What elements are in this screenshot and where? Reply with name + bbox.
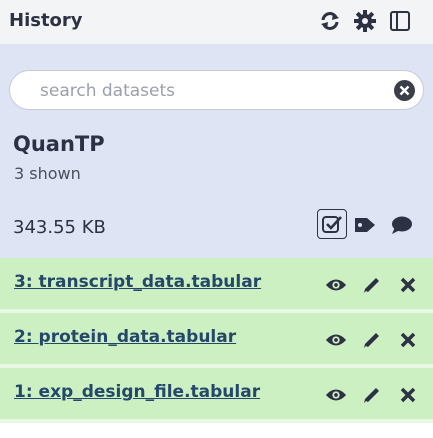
refresh-icon[interactable] — [319, 8, 341, 34]
dataset-actions — [325, 273, 419, 297]
search-box — [9, 70, 424, 110]
delete-icon[interactable] — [397, 273, 419, 297]
select-all-icon[interactable] — [317, 209, 347, 239]
dataset-title[interactable]: 2: protein_data.tabular — [14, 327, 236, 347]
dataset-item[interactable]: 2: protein_data.tabular — [0, 313, 433, 368]
dataset-actions — [325, 383, 419, 407]
dataset-title[interactable]: 1: exp_design_file.tabular — [14, 382, 260, 402]
clear-search-icon[interactable] — [394, 80, 415, 101]
delete-icon[interactable] — [397, 383, 419, 407]
comment-icon[interactable] — [385, 209, 417, 241]
header-toolbar — [319, 8, 411, 34]
delete-icon[interactable] — [397, 328, 419, 352]
history-name[interactable]: QuanTP — [13, 132, 105, 156]
history-size: 343.55 KB — [13, 217, 106, 238]
search-input[interactable] — [38, 77, 362, 105]
tag-icon[interactable] — [350, 209, 382, 241]
eye-icon[interactable] — [325, 273, 347, 297]
pencil-icon[interactable] — [361, 328, 383, 352]
pencil-icon[interactable] — [361, 273, 383, 297]
panel-title: History — [9, 10, 83, 31]
dataset-title[interactable]: 3: transcript_data.tabular — [14, 272, 261, 292]
panel-toggle-icon[interactable] — [389, 8, 411, 34]
shown-count: 3 shown — [14, 164, 81, 183]
history-actions — [317, 209, 417, 241]
gear-icon[interactable] — [354, 8, 376, 34]
dataset-item[interactable]: 1: exp_design_file.tabular — [0, 368, 433, 423]
pencil-icon[interactable] — [361, 383, 383, 407]
eye-icon[interactable] — [325, 328, 347, 352]
dataset-list: 3: transcript_data.tabular 2: protein_da… — [0, 258, 433, 423]
history-header: History — [0, 0, 433, 44]
dataset-item[interactable]: 3: transcript_data.tabular — [0, 258, 433, 313]
dataset-actions — [325, 328, 419, 352]
history-panel: QuanTP 3 shown 343.55 KB — [0, 44, 433, 258]
eye-icon[interactable] — [325, 383, 347, 407]
